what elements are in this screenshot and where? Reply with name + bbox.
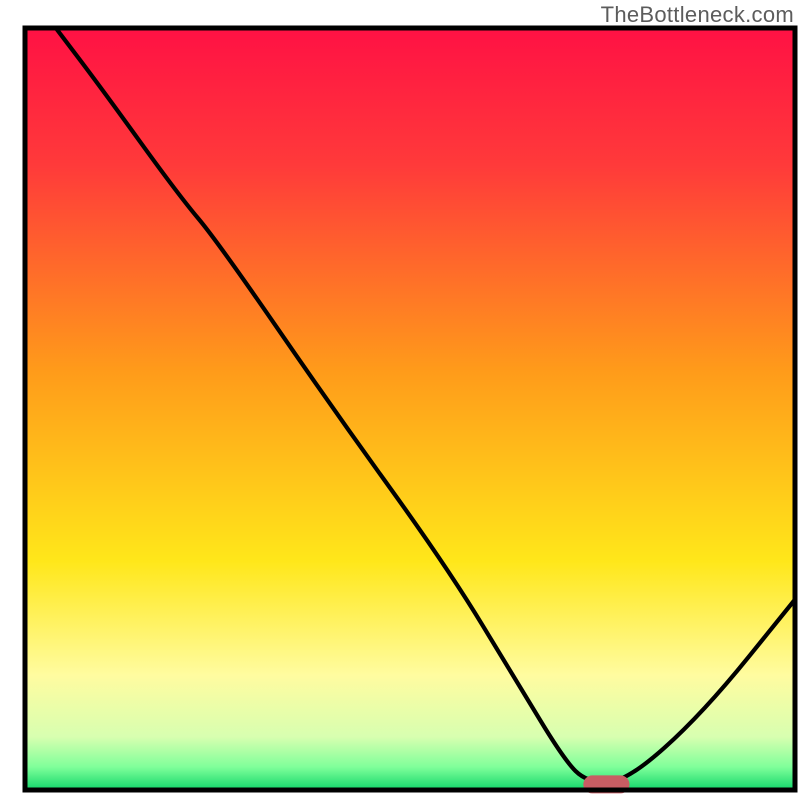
chart-svg [0,0,800,800]
bottleneck-chart: TheBottleneck.com [0,0,800,800]
watermark-text: TheBottleneck.com [601,2,794,28]
